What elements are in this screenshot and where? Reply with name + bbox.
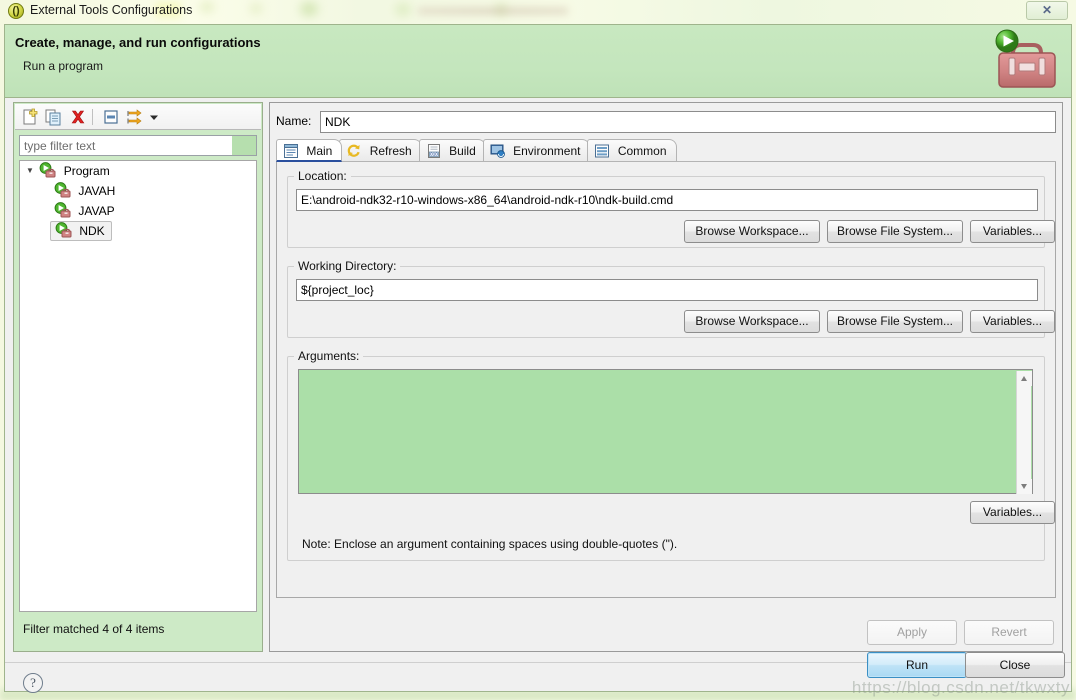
tab-common[interactable]: Common: [587, 139, 677, 162]
configurations-tree[interactable]: ▼ Program JAVAH JAVAP NDK: [19, 160, 257, 612]
filter-field-wrapper: [19, 135, 257, 156]
expand-arrow-icon[interactable]: ▼: [24, 161, 36, 181]
svg-text:010: 010: [430, 152, 438, 157]
page-title: Create, manage, and run configurations: [15, 35, 261, 50]
close-button[interactable]: Close: [965, 652, 1065, 678]
collapse-all-icon[interactable]: [102, 108, 120, 126]
new-configuration-icon[interactable]: [21, 108, 39, 126]
apply-button[interactable]: Apply: [867, 620, 957, 645]
program-config-icon: [39, 162, 56, 178]
toolbox-run-icon: [995, 29, 1056, 88]
refresh-tab-icon: [346, 143, 362, 157]
working-directory-variables-button[interactable]: Variables...: [970, 310, 1055, 333]
configurations-panel: ▼ Program: [13, 102, 263, 652]
location-group: Location: Browse Workspace... Browse Fil…: [287, 169, 1055, 248]
help-icon[interactable]: ?: [23, 673, 43, 693]
tab-label: Main: [306, 144, 333, 158]
location-input[interactable]: [296, 189, 1038, 211]
app-icon: (): [8, 3, 24, 19]
tab-main[interactable]: Main: [276, 139, 343, 162]
dialog-header: Create, manage, and run configurations R…: [5, 25, 1071, 98]
program-config-icon: [55, 222, 72, 238]
arguments-scrollbar[interactable]: [1016, 371, 1032, 494]
tree-item-program[interactable]: ▼ Program: [20, 161, 256, 181]
tree-item-ndk[interactable]: NDK: [20, 221, 256, 241]
tree-item-label: Program: [63, 164, 110, 178]
toolbar-separator: [92, 109, 93, 125]
tree-item-javap[interactable]: JAVAP: [20, 201, 256, 221]
arguments-group: Arguments: Variables... Note: Enclose an…: [287, 349, 1055, 561]
working-directory-group: Working Directory: Browse Workspace... B…: [287, 259, 1055, 338]
close-icon: ✕: [1041, 3, 1053, 17]
working-directory-group-title: Working Directory:: [294, 259, 401, 273]
location-browse-file-system-button[interactable]: Browse File System...: [827, 220, 963, 243]
window-title-bar: () External Tools Configurations ✕: [0, 0, 1076, 22]
scroll-down-arrow-icon[interactable]: [1017, 479, 1032, 494]
tab-environment[interactable]: Environment: [482, 139, 591, 162]
scroll-up-arrow-icon[interactable]: [1017, 371, 1032, 386]
tab-label: Build: [449, 144, 476, 158]
tab-label: Refresh: [369, 144, 412, 158]
configuration-editor-panel: Name: Main: [269, 102, 1063, 652]
tree-item-javah[interactable]: JAVAH: [20, 181, 256, 201]
window-title: External Tools Configurations: [30, 3, 193, 17]
arguments-variables-button[interactable]: Variables...: [970, 501, 1055, 524]
delete-configuration-icon[interactable]: [69, 108, 87, 126]
tab-bar: Main Refresh 010 Build Environment Commo…: [276, 139, 1056, 162]
filter-clear-icon[interactable]: [232, 136, 256, 155]
tree-item-label: JAVAP: [78, 204, 115, 218]
window-close-button[interactable]: ✕: [1026, 1, 1068, 20]
arguments-note: Note: Enclose an argument containing spa…: [302, 537, 678, 551]
working-directory-input[interactable]: [296, 279, 1038, 301]
working-directory-browse-workspace-button[interactable]: Browse Workspace...: [684, 310, 820, 333]
arguments-textarea[interactable]: [298, 369, 1033, 494]
program-config-icon: [54, 182, 71, 198]
filter-launch-configurations-icon[interactable]: [125, 108, 143, 126]
name-input[interactable]: [320, 111, 1056, 133]
view-menu-chevron-icon[interactable]: [148, 108, 160, 126]
name-row: Name:: [276, 111, 1056, 133]
tree-item-label: JAVAH: [78, 184, 116, 198]
common-tab-icon: [594, 143, 610, 158]
tree-item-label: NDK: [79, 224, 105, 238]
location-browse-workspace-button[interactable]: Browse Workspace...: [684, 220, 820, 243]
configurations-toolbar: [15, 104, 261, 130]
program-config-icon: [54, 202, 71, 218]
main-tab-icon: [283, 143, 299, 158]
tree-item-selected-wrapper: NDK: [50, 221, 112, 241]
revert-button[interactable]: Revert: [964, 620, 1054, 645]
tab-refresh[interactable]: Refresh: [339, 139, 422, 162]
run-button[interactable]: Run: [867, 652, 967, 678]
tab-label: Common: [617, 144, 667, 158]
arguments-group-title: Arguments:: [294, 349, 364, 363]
main-tab-content: Location: Browse Workspace... Browse Fil…: [276, 162, 1056, 598]
filter-status-text: Filter matched 4 of 4 items: [23, 622, 165, 636]
working-directory-browse-file-system-button[interactable]: Browse File System...: [827, 310, 963, 333]
tab-build[interactable]: 010 Build: [418, 139, 486, 162]
tab-label: Environment: [513, 144, 581, 158]
name-label: Name:: [276, 114, 312, 128]
duplicate-configuration-icon[interactable]: [44, 108, 62, 126]
filter-input[interactable]: [19, 135, 257, 156]
page-subtitle: Run a program: [23, 59, 104, 73]
location-variables-button[interactable]: Variables...: [970, 220, 1055, 243]
external-tools-configurations-dialog: Create, manage, and run configurations R…: [4, 24, 1072, 693]
build-tab-icon: 010: [426, 143, 442, 158]
location-group-title: Location:: [294, 169, 351, 183]
environment-tab-icon: [490, 143, 506, 158]
